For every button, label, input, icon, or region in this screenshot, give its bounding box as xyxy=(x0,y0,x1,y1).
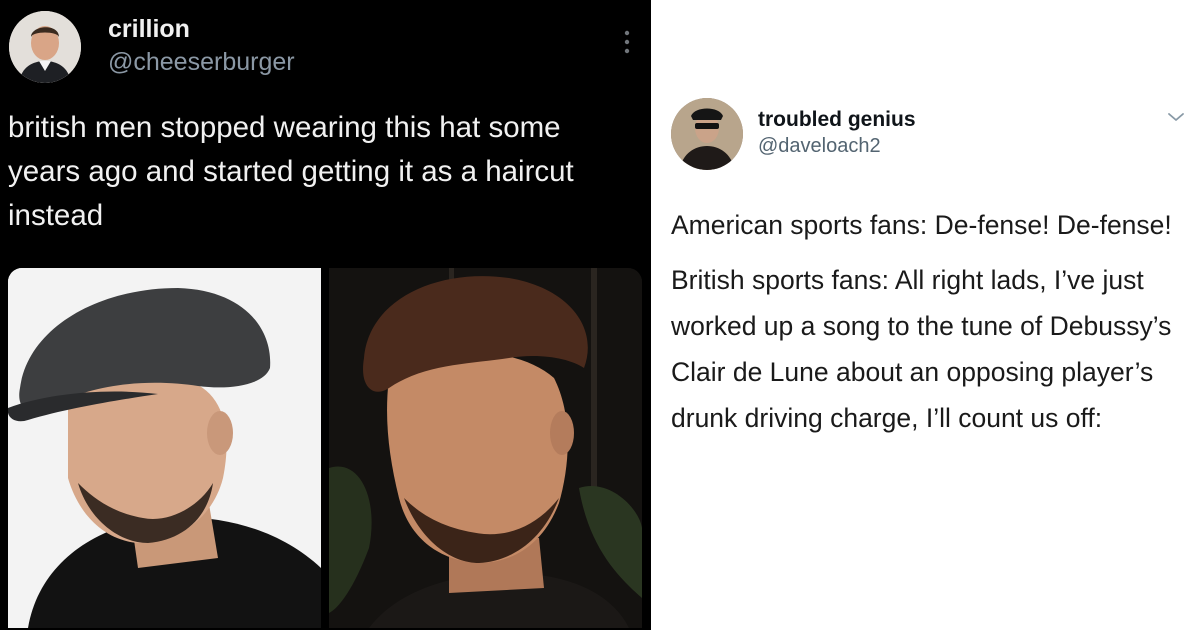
vertical-ellipsis-icon[interactable] xyxy=(620,28,634,56)
right-tweet-card: troubled genius @daveloach2 American spo… xyxy=(659,0,1200,630)
author-name[interactable]: troubled genius xyxy=(758,108,916,132)
author-handle[interactable]: @cheeserburger xyxy=(108,46,295,78)
left-tweet-author: crillion @cheeserburger xyxy=(108,14,295,78)
flat-cap-photo[interactable] xyxy=(8,268,321,628)
chevron-down-icon[interactable] xyxy=(1166,110,1186,124)
crillion-avatar[interactable] xyxy=(9,11,81,83)
troubled-genius-avatar[interactable] xyxy=(671,98,743,170)
tweet-paragraph: American sports fans: De-fense! De-fense… xyxy=(671,210,1172,240)
right-tweet-author: troubled genius @daveloach2 xyxy=(758,108,916,158)
column-divider xyxy=(651,0,659,630)
haircut-photo[interactable] xyxy=(329,268,642,628)
tweet-text: American sports fans: De-fense! De-fense… xyxy=(671,202,1186,450)
tweet-paragraph: British sports fans: All right lads, I’v… xyxy=(671,265,1172,433)
tweet-text: british men stopped wearing this hat som… xyxy=(8,111,574,232)
left-tweet-card: crillion @cheeserburger british men stop… xyxy=(0,0,651,630)
author-handle[interactable]: @daveloach2 xyxy=(758,134,916,158)
author-name[interactable]: crillion xyxy=(108,14,295,44)
